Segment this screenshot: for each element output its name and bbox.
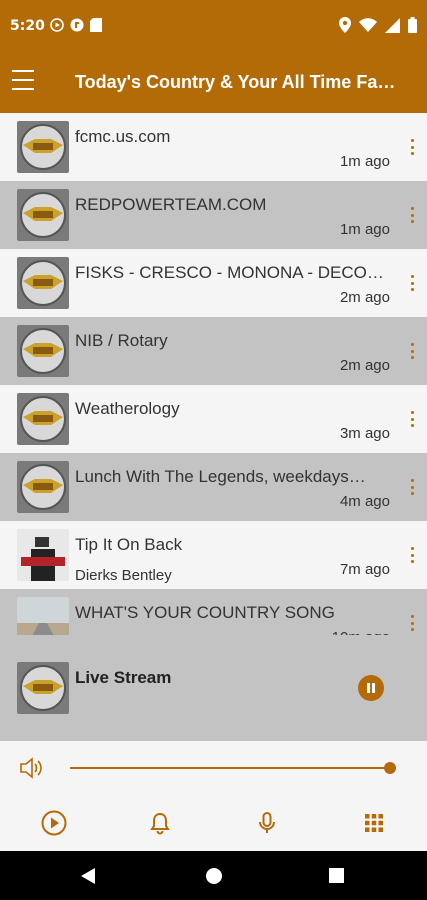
- more-options-icon[interactable]: [409, 139, 415, 155]
- home-icon[interactable]: [205, 867, 223, 885]
- back-icon[interactable]: [80, 867, 98, 885]
- volume-icon[interactable]: [20, 757, 44, 779]
- feed-item[interactable]: WHAT'S YOUR COUNTRY SONGThomas Rhett10m …: [0, 589, 427, 635]
- bottom-nav: [0, 795, 427, 851]
- volume-slider-track[interactable]: [70, 767, 390, 769]
- feed-item-title: fcmc.us.com: [75, 127, 171, 146]
- feed-item-title: NIB / Rotary: [75, 331, 168, 350]
- feed-item-title: WHAT'S YOUR COUNTRY SONG: [75, 603, 335, 622]
- feed-item-title: REDPOWERTEAM.COM: [75, 195, 267, 214]
- grid-icon[interactable]: [360, 809, 388, 837]
- feed-item-time: 3m ago: [339, 425, 390, 442]
- feed-item[interactable]: Tip It On Back Dierks Bentley 7m ago: [0, 521, 427, 589]
- station-logo: [17, 461, 69, 513]
- recents-icon[interactable]: [328, 867, 345, 884]
- feed-item-title: Weatherology: [75, 399, 180, 418]
- feed-item-time: 2m ago: [339, 289, 390, 306]
- more-options-icon[interactable]: [409, 615, 415, 631]
- live-stream-label: Live Stream: [75, 668, 172, 687]
- album-art: [17, 529, 69, 581]
- location-icon: [339, 17, 351, 33]
- pause-icon[interactable]: [358, 675, 384, 701]
- app-icon: [70, 18, 84, 32]
- station-logo: [17, 325, 69, 377]
- station-logo: [17, 393, 69, 445]
- volume-slider-thumb[interactable]: [384, 762, 396, 774]
- feed-item[interactable]: REDPOWERTEAM.COM 1m ago: [0, 181, 427, 249]
- play-circle-icon[interactable]: [40, 809, 68, 837]
- station-logo: [17, 121, 69, 173]
- feed-item-artist: Dierks Bentley: [75, 567, 172, 584]
- feed-item-title: Tip It On Back: [75, 535, 183, 554]
- feed-item-time: 1m ago: [339, 153, 390, 170]
- page-title: Today's Country & Your All Time Fa…: [75, 72, 396, 92]
- wifi-icon: [359, 18, 377, 32]
- feed-list[interactable]: fcmc.us.com 1m ago REDPOWERTEAM.COM 1m ago F…: [0, 113, 427, 635]
- feed-item-time: 1m ago: [339, 221, 390, 238]
- feed-item[interactable]: FISKS - CRESCO - MONONA - DECOR… 2m ago: [0, 249, 427, 317]
- feed-item[interactable]: Weatherology 3m ago: [0, 385, 427, 453]
- status-bar: 5:20: [0, 0, 427, 54]
- station-logo: [17, 662, 69, 714]
- feed-item[interactable]: NIB / Rotary 2m ago: [0, 317, 427, 385]
- feed-item-time: 4m ago: [339, 493, 390, 510]
- feed-item-time: 2m ago: [339, 357, 390, 374]
- signal-icon: [385, 17, 400, 33]
- feed-item-title: FISKS - CRESCO - MONONA - DECOR…: [75, 263, 393, 282]
- more-options-icon[interactable]: [409, 547, 415, 563]
- volume-bar: [0, 741, 427, 795]
- album-art-road: [17, 597, 69, 635]
- feed-item-title: Lunch With The Legends, weekdays…: [75, 467, 366, 486]
- station-logo: [17, 189, 69, 241]
- media-icon: [50, 18, 64, 32]
- station-logo: [17, 257, 69, 309]
- system-nav-bar: [0, 851, 427, 900]
- more-options-icon[interactable]: [409, 207, 415, 223]
- status-time: 5:20: [10, 18, 45, 34]
- app-bar: Today's Country & Your All Time Fa…: [0, 54, 427, 113]
- battery-icon: [408, 17, 417, 33]
- hamburger-menu-icon[interactable]: [12, 70, 36, 94]
- feed-item[interactable]: Lunch With The Legends, weekdays… 4m ago: [0, 453, 427, 521]
- more-options-icon[interactable]: [409, 411, 415, 427]
- bell-icon[interactable]: [146, 809, 174, 837]
- feed-item[interactable]: fcmc.us.com 1m ago: [0, 113, 427, 181]
- microphone-icon[interactable]: [253, 809, 281, 837]
- feed-item-time: 7m ago: [339, 561, 390, 578]
- more-options-icon[interactable]: [409, 275, 415, 291]
- more-options-icon[interactable]: [409, 479, 415, 495]
- more-options-icon[interactable]: [409, 343, 415, 359]
- sd-card-icon: [90, 18, 102, 32]
- now-playing-bar[interactable]: Live Stream: [0, 635, 427, 741]
